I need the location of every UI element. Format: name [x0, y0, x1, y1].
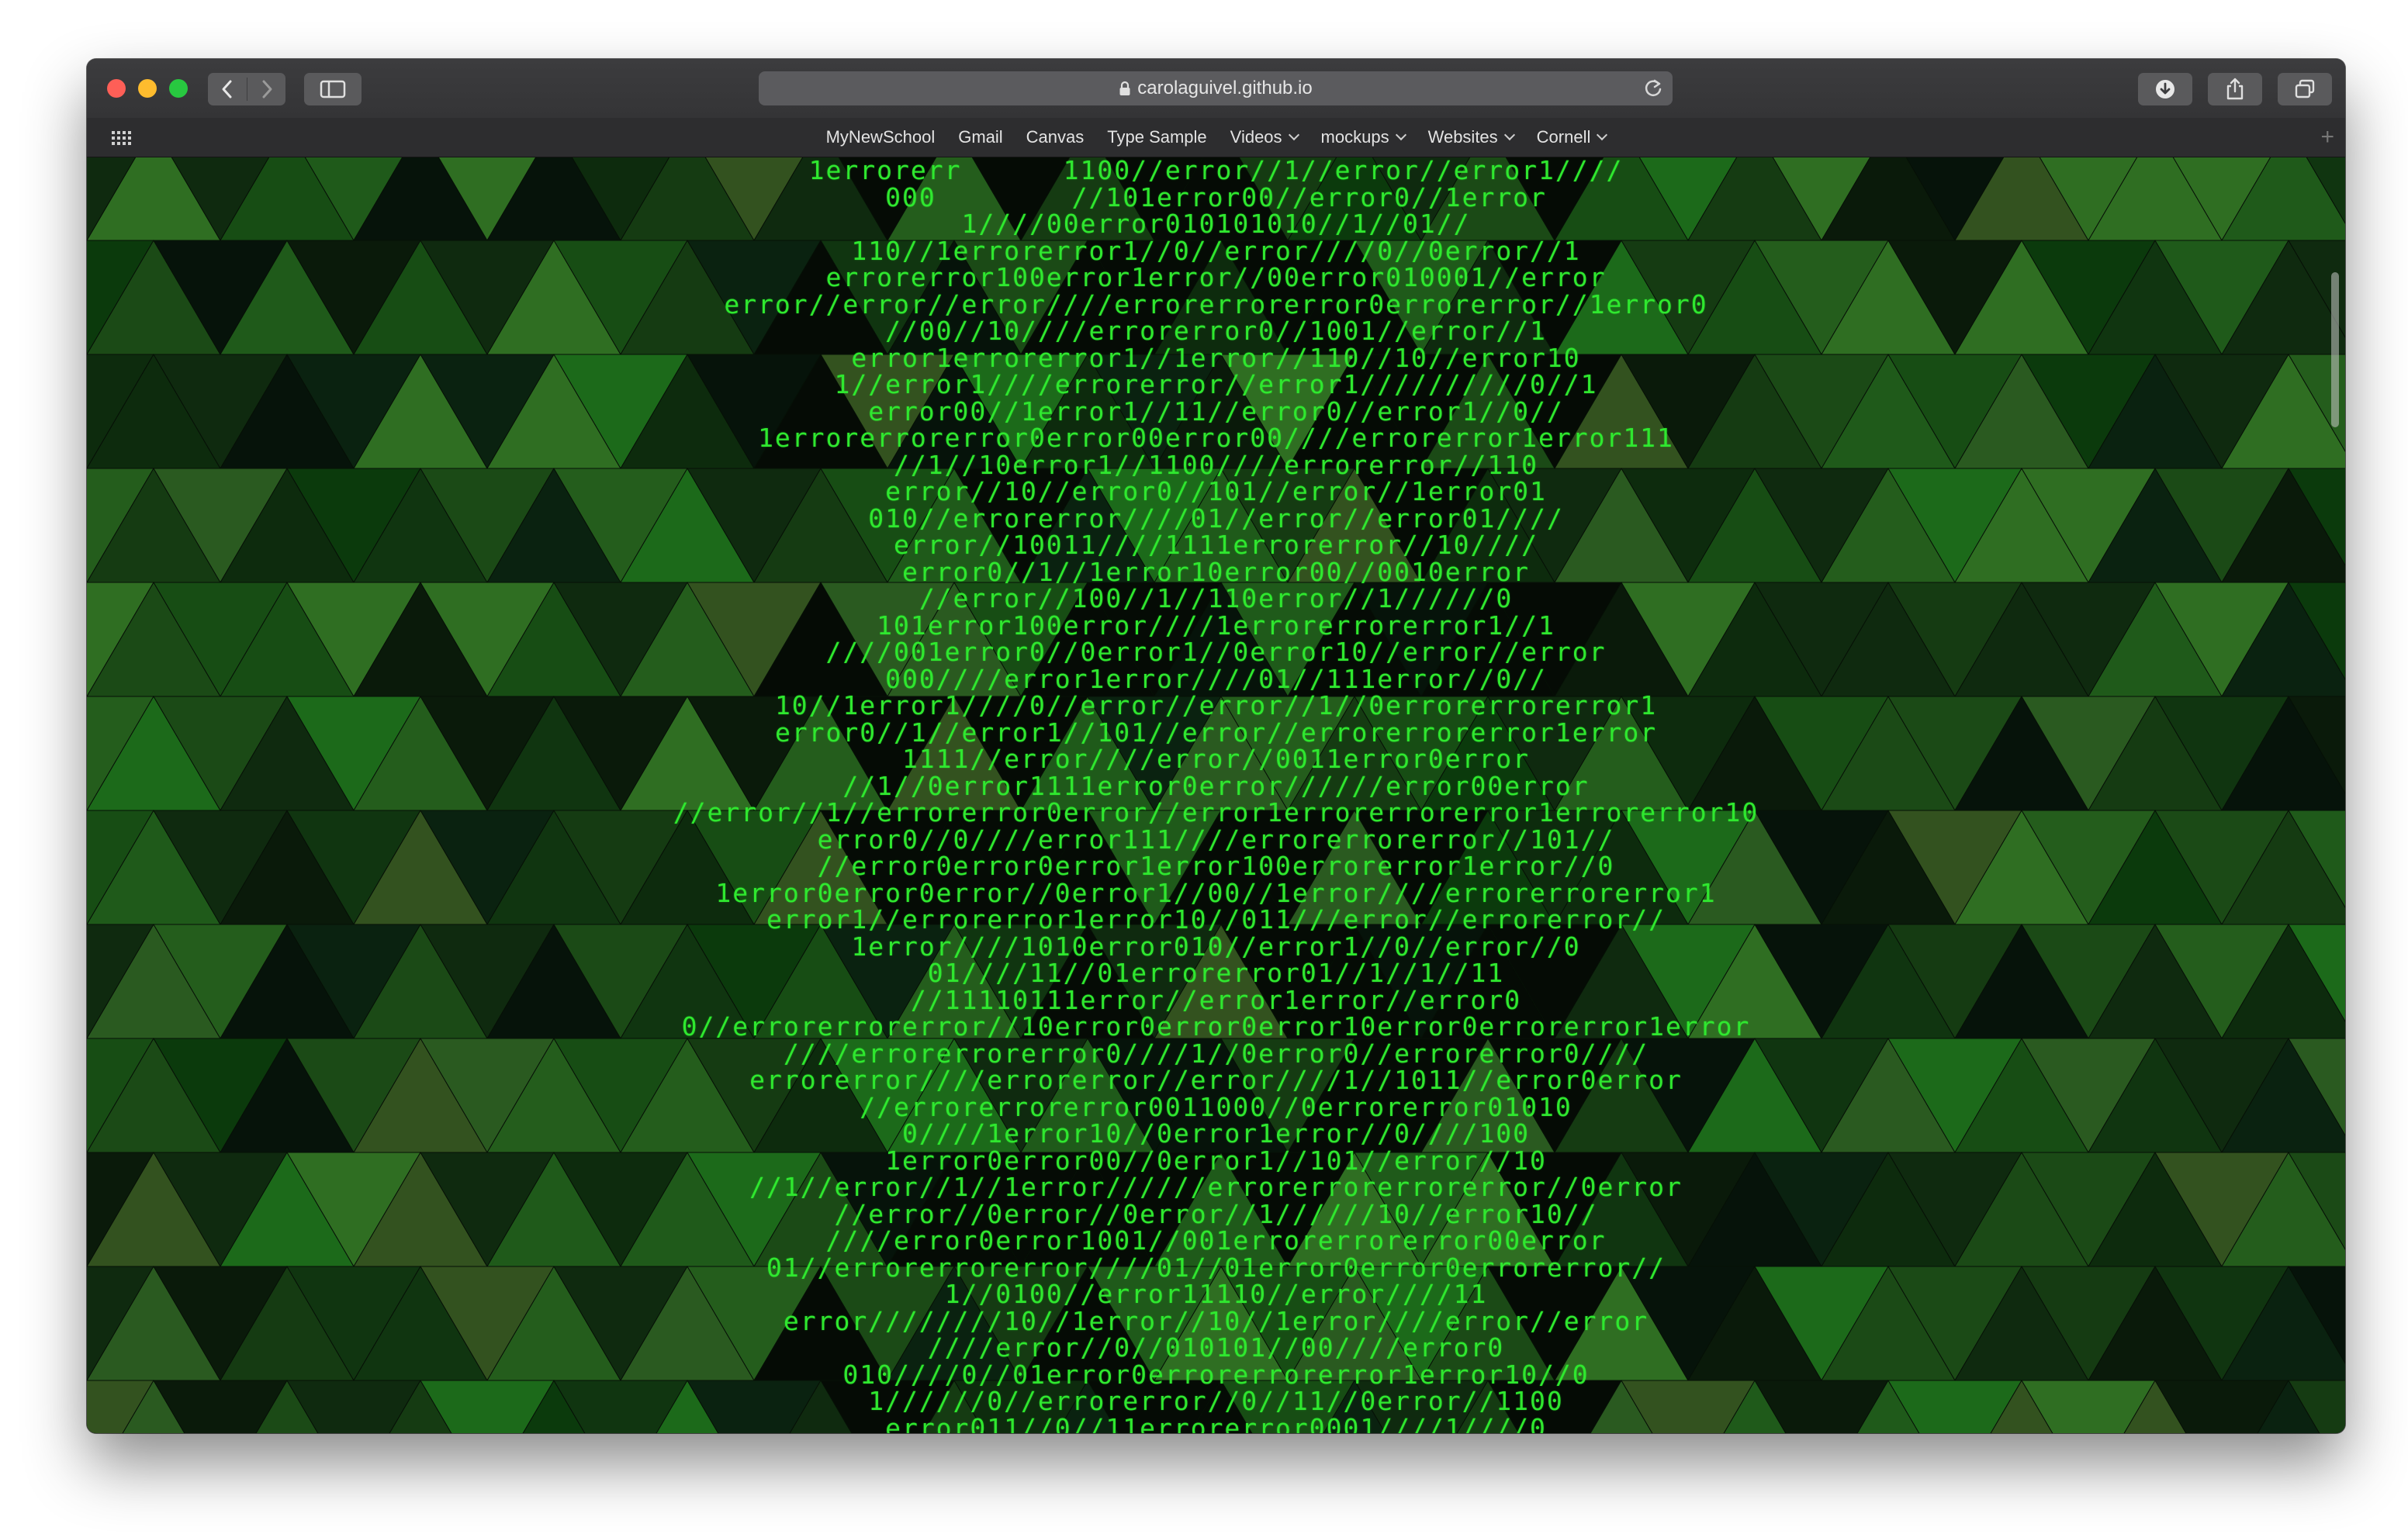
share-icon [2226, 78, 2244, 100]
bookmark-items: MyNewSchool Gmail Canvas Type Sample Videos m… [87, 118, 2345, 157]
browser-window: carolaguivel.github.io MyNewSchool Gmail C… [87, 59, 2345, 1433]
browser-toolbar: carolaguivel.github.io [87, 59, 2345, 119]
back-forward-group [208, 73, 285, 105]
bookmark-label: Canvas [1026, 127, 1085, 147]
chevron-down-icon [1503, 129, 1515, 141]
bookmark-mynewschool[interactable]: MyNewSchool [826, 127, 936, 147]
chevron-left-icon [222, 80, 232, 98]
zoom-window-button[interactable] [169, 79, 188, 98]
error-code-art: 1errorerr 1100//error//1//error//error1/… [673, 157, 1759, 1433]
sidebar-button[interactable] [304, 73, 362, 105]
back-button[interactable] [208, 79, 247, 99]
bookmark-label: mockups [1320, 127, 1389, 147]
lock-icon [1119, 81, 1131, 96]
minimize-window-button[interactable] [138, 79, 157, 98]
bookmark-websites[interactable]: Websites [1427, 127, 1515, 147]
bookmark-type-sample[interactable]: Type Sample [1107, 127, 1206, 147]
reload-icon[interactable] [1643, 78, 1663, 105]
url-text: carolaguivel.github.io [1137, 78, 1313, 98]
bookmark-label: MyNewSchool [825, 127, 936, 147]
chevron-down-icon [1395, 129, 1406, 141]
bookmark-label: Gmail [958, 127, 1003, 147]
bookmark-canvas[interactable]: Canvas [1026, 127, 1085, 147]
address-bar[interactable]: carolaguivel.github.io [759, 71, 1673, 105]
bookmark-mockups[interactable]: mockups [1320, 127, 1406, 147]
bookmark-label: Cornell [1536, 127, 1591, 147]
web-page: 1errorerr 1100//error//1//error//error1/… [87, 157, 2345, 1433]
download-icon [2156, 80, 2174, 98]
plus-icon[interactable]: + [2320, 126, 2334, 149]
bookmark-gmail[interactable]: Gmail [958, 127, 1002, 147]
downloads-button[interactable] [2138, 73, 2192, 105]
tabs-overview-icon [2295, 79, 2315, 98]
chevron-down-icon [1597, 129, 1608, 141]
chevron-down-icon [1288, 129, 1299, 141]
bookmark-label: Type Sample [1107, 127, 1207, 147]
bookmark-label: Websites [1427, 127, 1498, 147]
bookmark-cornell[interactable]: Cornell [1536, 127, 1608, 147]
forward-button[interactable] [247, 79, 285, 99]
bookmarks-bar: MyNewSchool Gmail Canvas Type Sample Videos m… [87, 118, 2345, 157]
tab-overview-button[interactable] [2278, 73, 2332, 105]
chevron-right-icon [262, 80, 272, 98]
bookmark-label: Videos [1230, 127, 1282, 147]
close-window-button[interactable] [107, 79, 126, 98]
share-button[interactable] [2208, 73, 2262, 105]
sidebar-icon [320, 80, 346, 98]
vertical-scrollbar[interactable] [2331, 272, 2339, 427]
bookmark-videos[interactable]: Videos [1230, 127, 1299, 147]
